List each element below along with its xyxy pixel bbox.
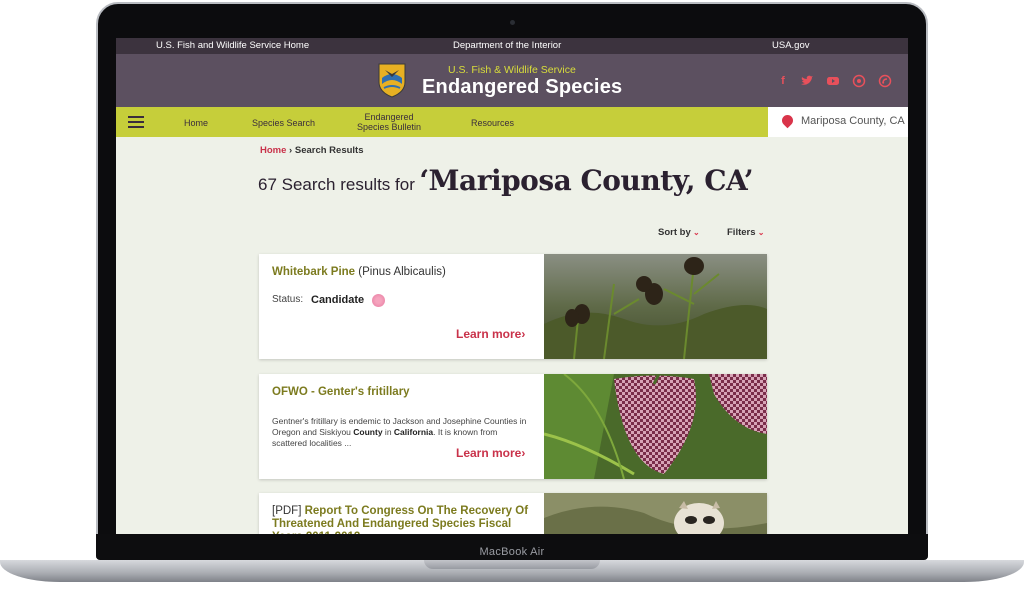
rss-icon[interactable] [878, 74, 892, 88]
sort-dropdown[interactable]: Sort by ⌄ [658, 227, 700, 238]
hamburger-menu-icon[interactable] [128, 116, 144, 128]
usa-gov-link[interactable]: USA.gov [772, 40, 810, 51]
chevron-down-icon: ⌄ [755, 228, 765, 237]
browser-viewport: U.S. Fish and Wildlife Service Home Depa… [116, 38, 908, 534]
filters-label: Filters [727, 227, 756, 238]
device-label: MacBook Air [479, 546, 545, 558]
card-content: [PDF] Report To Congress On The Recovery… [259, 493, 544, 534]
learn-more-link[interactable]: Learn more› [456, 327, 525, 341]
document-title: Report To Congress On The Recovery Of Th… [272, 505, 529, 534]
site-header: U.S. Fish & Wildlife Service Endangered … [116, 54, 908, 107]
location-search-input[interactable]: Mariposa County, CA [768, 107, 908, 137]
card-description: Gentner's fritillary is endemic to Jacks… [272, 416, 534, 449]
fws-logo[interactable] [377, 62, 407, 98]
species-name: Whitebark Pine [272, 266, 356, 278]
youtube-icon[interactable] [826, 74, 840, 88]
learn-more-link[interactable]: Learn more› [456, 446, 525, 460]
camera [510, 20, 515, 25]
status-indicator-icon [372, 294, 385, 307]
chevron-down-icon: ⌄ [690, 228, 700, 237]
sort-label: Sort by [658, 227, 691, 238]
main-nav: Home Species Search Endangered Species B… [116, 107, 908, 137]
card-title[interactable]: [PDF] Report To Congress On The Recovery… [272, 505, 534, 534]
results-heading: 67 Search results for ‘Mariposa County, … [258, 164, 754, 197]
chevron-right-icon: › [521, 327, 526, 341]
scientific-name: (Pinus Albicaulis) [358, 266, 446, 278]
desc-text: in [382, 427, 394, 437]
card-title[interactable]: Whitebark Pine (Pinus Albicaulis) [272, 266, 534, 279]
filters-dropdown[interactable]: Filters ⌄ [727, 227, 764, 238]
fritillary-flower-image[interactable] [544, 374, 767, 479]
results-count: 67 Search results for [258, 175, 415, 194]
fws-home-link[interactable]: U.S. Fish and Wildlife Service Home [156, 40, 309, 51]
desc-highlight: County [353, 427, 383, 437]
whitebark-pine-image[interactable] [544, 254, 767, 359]
chevron-right-icon: › [521, 446, 526, 460]
nav-species-search[interactable]: Species Search [252, 118, 315, 128]
result-card[interactable]: [PDF] Report To Congress On The Recovery… [259, 493, 767, 534]
result-card[interactable]: Whitebark Pine (Pinus Albicaulis) Status… [259, 254, 767, 359]
twitter-icon[interactable] [800, 74, 814, 88]
breadcrumb: Home › Search Results [260, 145, 364, 156]
status-value: Candidate [311, 294, 365, 306]
nav-endangered-species-bulletin[interactable]: Endangered Species Bulletin [354, 112, 424, 132]
learn-more-label: Learn more [456, 446, 522, 460]
nav-resources[interactable]: Resources [471, 118, 514, 128]
agency-name: U.S. Fish & Wildlife Service [448, 64, 576, 76]
learn-more-label: Learn more [456, 327, 522, 341]
card-content: OFWO - Genter's fritillary Gentner's fri… [259, 374, 544, 479]
result-card[interactable]: OFWO - Genter's fritillary Gentner's fri… [259, 374, 767, 479]
breadcrumb-separator: › [289, 145, 293, 156]
status-label: Status: [272, 294, 304, 305]
desc-highlight: California [393, 427, 434, 437]
card-content: Whitebark Pine (Pinus Albicaulis) Status… [259, 254, 544, 359]
black-footed-ferret-image[interactable] [544, 493, 767, 534]
doi-link[interactable]: Department of the Interior [453, 40, 561, 51]
site-title[interactable]: Endangered Species [422, 76, 622, 99]
facebook-icon[interactable]: f [776, 74, 790, 88]
pdf-badge: [PDF] [272, 505, 302, 517]
location-search-value: Mariposa County, CA [801, 115, 905, 127]
breadcrumb-current: Search Results [294, 145, 364, 156]
map-pin-icon [779, 112, 796, 129]
utility-bar: U.S. Fish and Wildlife Service Home Depa… [116, 38, 908, 54]
podcast-icon[interactable] [852, 74, 866, 88]
card-title[interactable]: OFWO - Genter's fritillary [272, 386, 534, 399]
laptop-base-notch [424, 560, 600, 569]
nav-home[interactable]: Home [184, 118, 208, 128]
breadcrumb-home[interactable]: Home [260, 145, 286, 156]
results-term: ‘Mariposa County, CA’ [419, 164, 754, 197]
